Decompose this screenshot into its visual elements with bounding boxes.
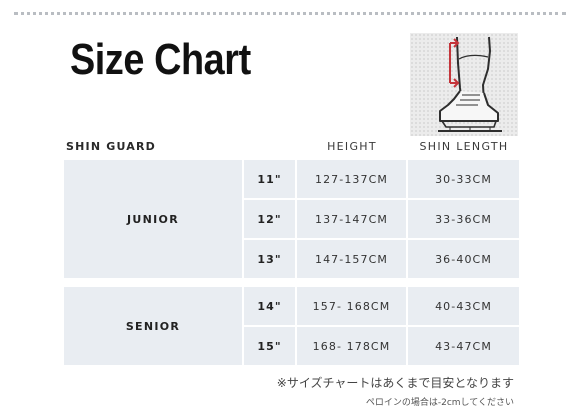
size-group-junior: JUNIOR 11" 127-137CM 30-33CM 12" 137-147… (64, 160, 519, 278)
table-row: 14" 157- 168CM 40-43CM (244, 287, 519, 325)
table-header: SHIN GUARD HEIGHT SHIN LENGTH (0, 140, 580, 158)
table-row: 11" 127-137CM 30-33CM (244, 160, 519, 198)
leg-skate-measurement-icon (410, 33, 518, 136)
shin-length-cell: 43-47CM (408, 327, 519, 365)
shin-length-cell: 36-40CM (408, 240, 519, 278)
table-row: 12" 137-147CM 33-36CM (244, 200, 519, 238)
page-title: Size Chart (70, 35, 251, 84)
size-cell: 14" (244, 287, 295, 325)
height-cell: 157- 168CM (297, 287, 406, 325)
disclaimer-note: ※サイズチャートはあくまで目安となります (276, 376, 514, 390)
adjustment-note: ペロインの場合は-2cmしてください (365, 398, 514, 408)
height-cell: 168- 178CM (297, 327, 406, 365)
shin-length-cell: 40-43CM (408, 287, 519, 325)
height-cell: 147-157CM (297, 240, 406, 278)
shin-length-cell: 33-36CM (408, 200, 519, 238)
group-cell: JUNIOR (64, 160, 242, 278)
size-cell: 15" (244, 327, 295, 365)
group-cell: SENIOR (64, 287, 242, 365)
group-label: JUNIOR (127, 212, 179, 226)
table-row: 15" 168- 178CM 43-47CM (244, 327, 519, 365)
size-cell: 13" (244, 240, 295, 278)
shin-length-cell: 30-33CM (408, 160, 519, 198)
size-cell: 11" (244, 160, 295, 198)
height-cell: 127-137CM (297, 160, 406, 198)
column-header-height: HEIGHT (327, 140, 377, 153)
size-group-senior: SENIOR 14" 157- 168CM 40-43CM 15" 168- 1… (64, 287, 519, 365)
dotted-divider (14, 12, 566, 15)
group-label: SENIOR (125, 319, 181, 333)
table-row: 13" 147-157CM 36-40CM (244, 240, 519, 278)
section-label: SHIN GUARD (66, 140, 156, 153)
size-cell: 12" (244, 200, 295, 238)
height-cell: 137-147CM (297, 200, 406, 238)
column-header-shin-length: SHIN LENGTH (419, 140, 509, 153)
